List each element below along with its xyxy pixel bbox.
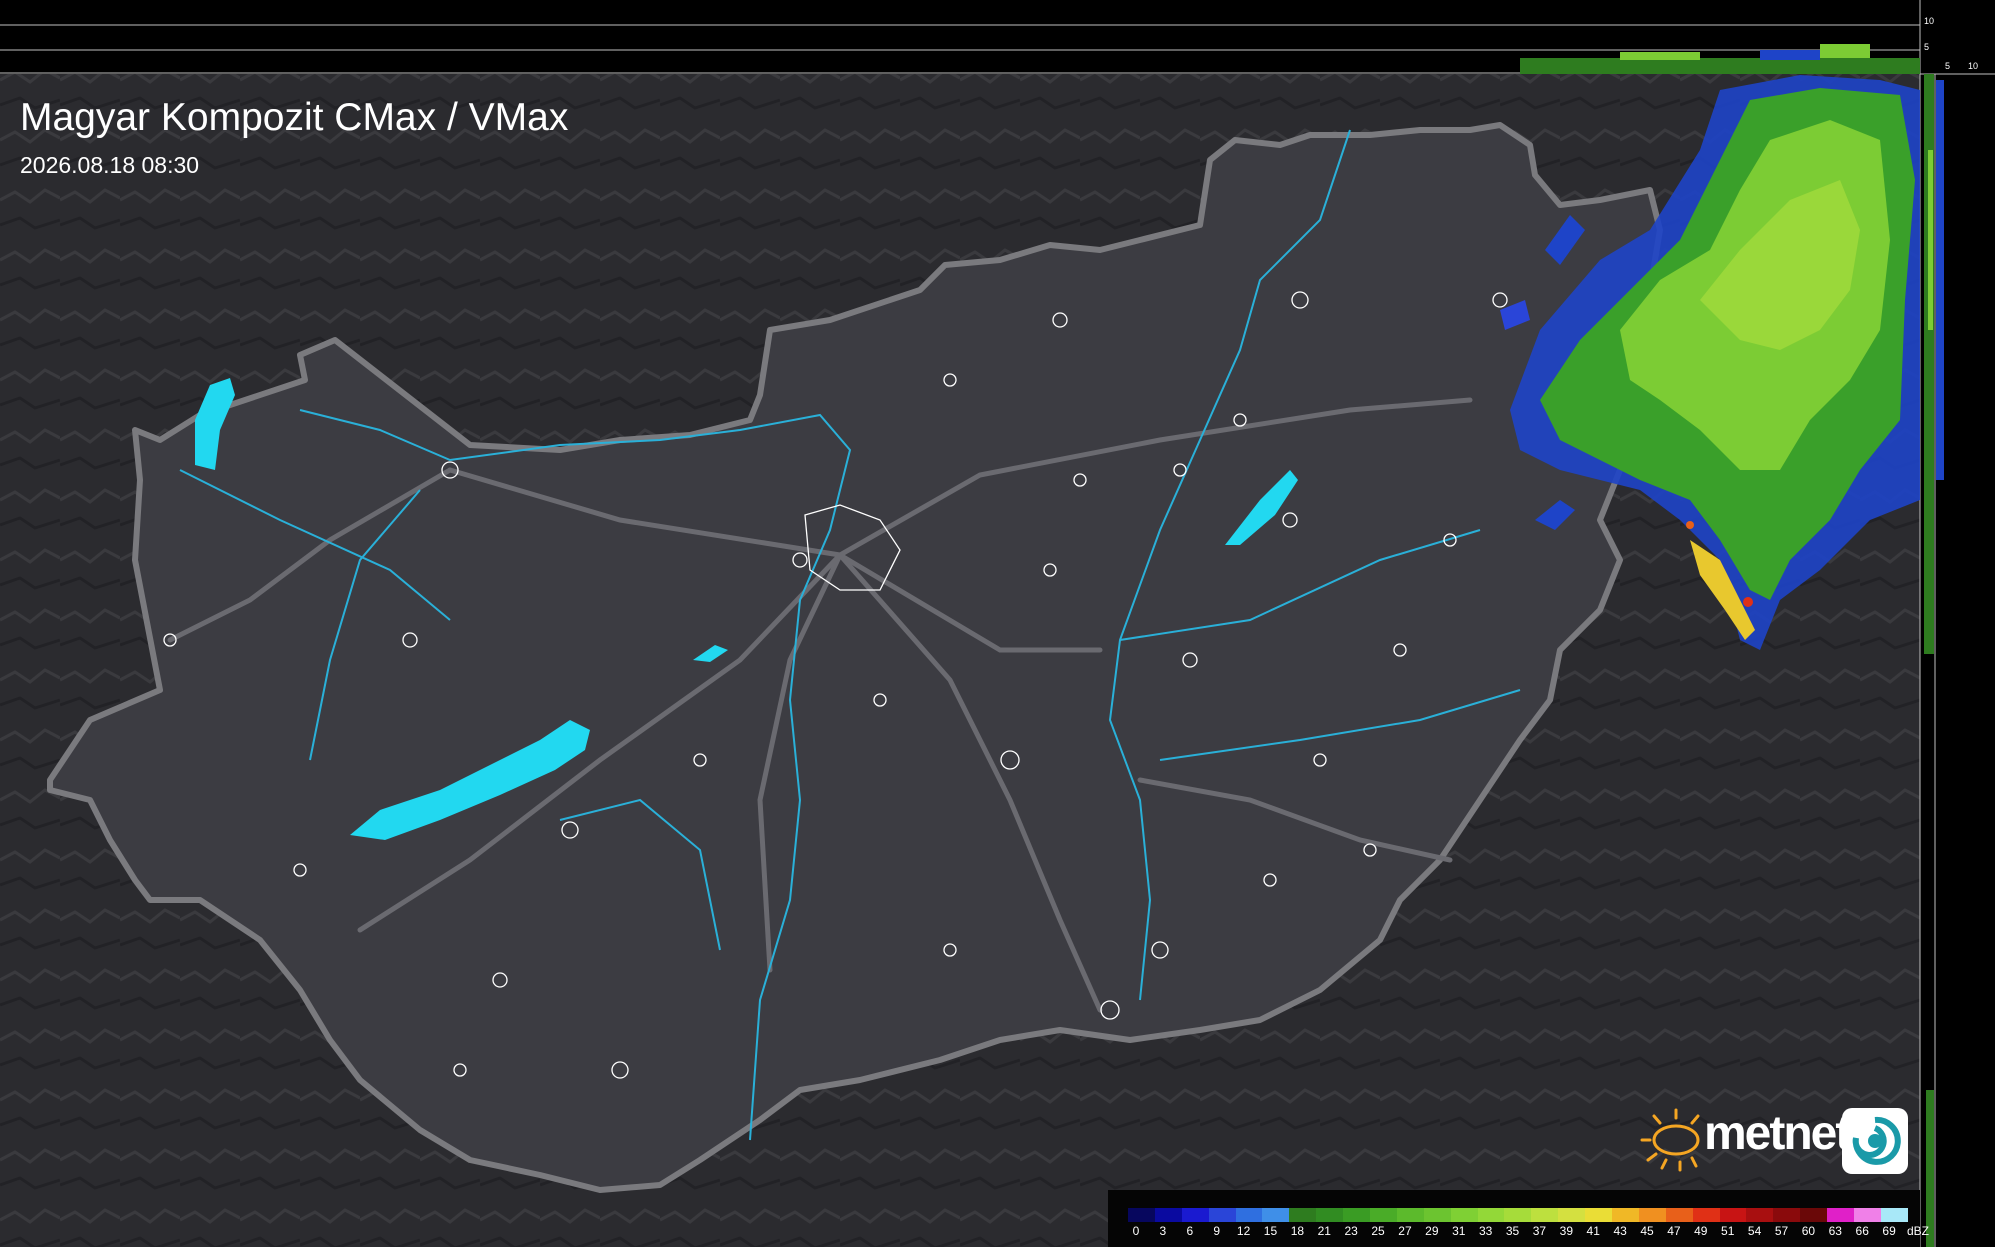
scale-label: 57	[1774, 1224, 1789, 1238]
scale-swatch	[1504, 1208, 1532, 1222]
scale-swatch	[1181, 1208, 1209, 1222]
scale-label: 66	[1855, 1224, 1869, 1238]
scale-swatch	[1800, 1208, 1828, 1222]
scale-swatch	[1719, 1208, 1747, 1222]
scale-swatch	[1692, 1208, 1720, 1222]
map-timestamp: 2026.08.18 08:30	[20, 152, 200, 178]
scale-swatch	[1208, 1208, 1236, 1222]
scale-label: 27	[1398, 1224, 1412, 1238]
scale-swatch	[1235, 1208, 1263, 1222]
metnet-logo: metnet	[1636, 1100, 1912, 1180]
scale-swatch	[1665, 1208, 1693, 1222]
scale-color-bar	[1128, 1208, 1908, 1222]
dbz-color-scale: 0 3 6 9 12 15 18 21 23 25 27 29 31 33 35 37 39 41 43 45 47 49…	[1108, 1190, 1929, 1247]
scale-label: 60	[1801, 1224, 1816, 1238]
scale-swatch	[1827, 1208, 1855, 1222]
scale-label: 31	[1452, 1224, 1466, 1238]
scale-label: 69	[1882, 1224, 1896, 1238]
scale-label: 41	[1586, 1224, 1600, 1238]
scale-labels: 0 3 6 9 12 15 18 21 23 25 27 29 31 33 35 37 39 41 43 45 47 49…	[1128, 1224, 1930, 1240]
scale-swatch	[1531, 1208, 1559, 1222]
map-title: Magyar Kompozit CMax / VMax	[20, 96, 569, 139]
scale-label: 54	[1747, 1224, 1762, 1238]
scale-swatch	[1423, 1208, 1451, 1222]
scale-label: 12	[1236, 1224, 1251, 1238]
scale-label: 33	[1478, 1224, 1493, 1238]
scale-label: 43	[1613, 1224, 1627, 1238]
scale-label: 51	[1721, 1224, 1735, 1238]
scale-label: 6	[1186, 1224, 1194, 1238]
scale-label: 35	[1505, 1224, 1520, 1238]
sun-icon	[1640, 1108, 1700, 1172]
scale-label: 39	[1559, 1224, 1574, 1238]
scale-label: 9	[1213, 1224, 1221, 1238]
scale-label: 18	[1290, 1224, 1305, 1238]
scale-label: 21	[1317, 1224, 1331, 1238]
scale-label: 25	[1371, 1224, 1385, 1238]
scale-swatch	[1585, 1208, 1613, 1222]
scale-label: 63	[1828, 1224, 1842, 1238]
scale-swatch	[1854, 1208, 1881, 1222]
scale-swatch	[1477, 1208, 1505, 1222]
scale-swatch	[1128, 1208, 1155, 1222]
scale-swatch	[1316, 1208, 1344, 1222]
scale-swatch	[1746, 1208, 1774, 1222]
side-tick-right-a: 5	[1945, 61, 1951, 71]
scale-label: 3	[1159, 1224, 1167, 1238]
scale-swatch	[1558, 1208, 1586, 1222]
scale-swatch	[1289, 1208, 1317, 1222]
scale-swatch	[1612, 1208, 1639, 1222]
scale-unit: dBZ	[1906, 1224, 1930, 1238]
scale-swatch	[1154, 1208, 1182, 1222]
scale-label: 45	[1640, 1224, 1654, 1238]
metnet-wordmark: metnet	[1704, 1107, 1851, 1160]
scale-swatch	[1880, 1208, 1908, 1222]
scale-swatch	[1638, 1208, 1666, 1222]
scale-swatch	[1773, 1208, 1801, 1222]
scale-label: 47	[1667, 1224, 1681, 1238]
scale-swatch	[1396, 1208, 1424, 1222]
scale-label: 29	[1425, 1224, 1439, 1238]
side-tick-top: 10	[1924, 16, 1935, 26]
scale-label: 23	[1344, 1224, 1358, 1238]
scale-label: 15	[1263, 1224, 1278, 1238]
scale-label: 37	[1532, 1224, 1547, 1238]
scale-label: 0	[1132, 1224, 1140, 1238]
scale-label: 49	[1694, 1224, 1708, 1238]
side-tick-mid: 5	[1924, 42, 1930, 52]
scale-swatch	[1370, 1208, 1397, 1222]
scale-swatch	[1450, 1208, 1478, 1222]
scale-swatch	[1343, 1208, 1371, 1222]
radar-map	[0, 0, 1995, 1247]
side-tick-right-b: 10	[1968, 61, 1979, 71]
scale-swatch	[1262, 1208, 1290, 1222]
